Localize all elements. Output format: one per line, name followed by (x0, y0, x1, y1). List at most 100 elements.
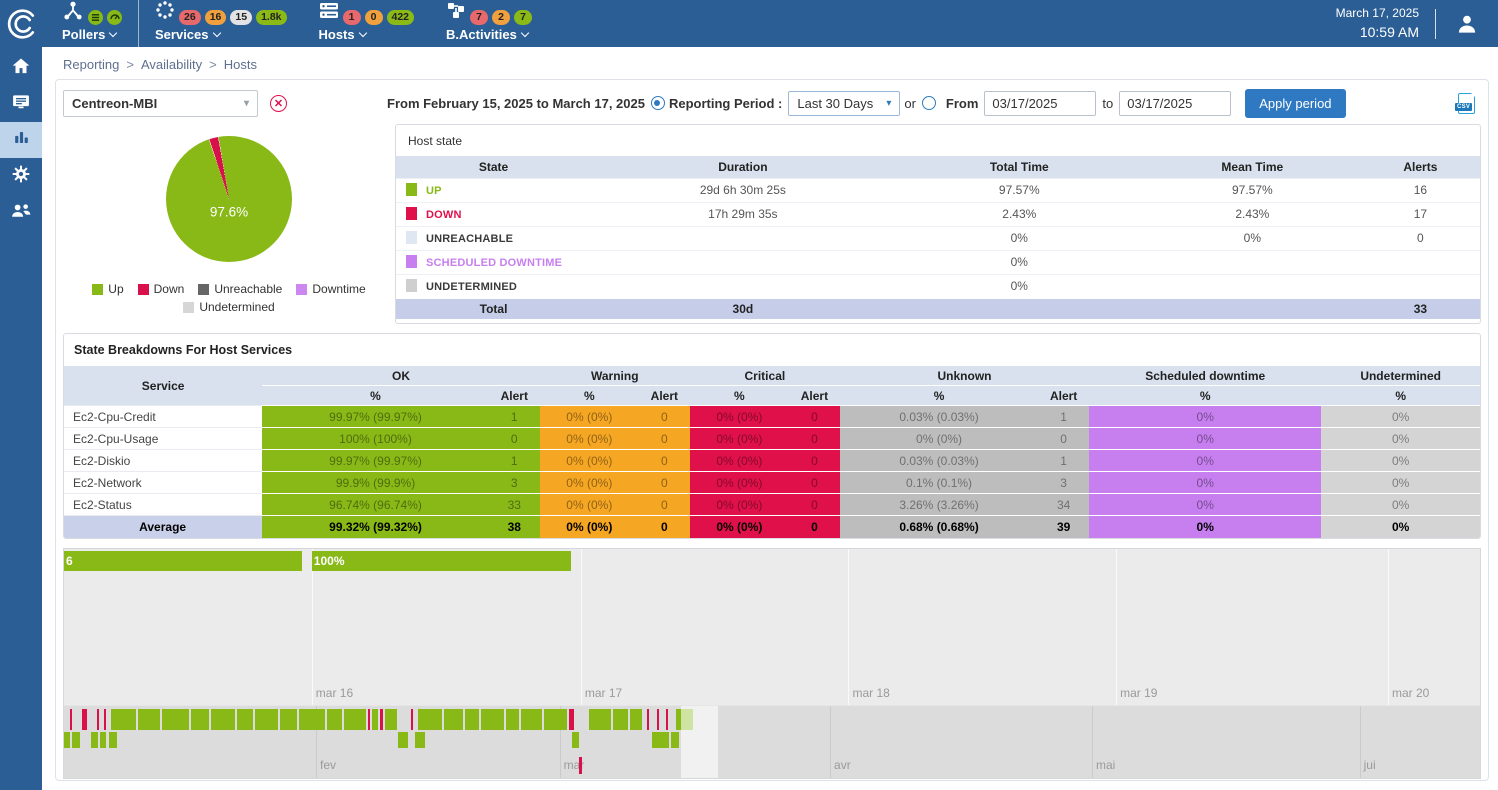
custom-period-radio[interactable] (922, 96, 936, 110)
menu-hosts[interactable]: 10422Hosts (303, 0, 431, 47)
legend-swatch (183, 302, 194, 313)
service-name: Ec2-Network (64, 472, 262, 494)
list-badge-icon[interactable] (88, 10, 103, 25)
breakdown-sub-header: Alert (489, 386, 540, 406)
sidebar-item-reporting[interactable] (0, 122, 42, 158)
ba-icon (446, 1, 466, 25)
state-swatch (406, 279, 417, 292)
availability-pie-section: 97.6% UpDownUnreachableDowntimeUndetermi… (63, 124, 395, 324)
centreon-logo[interactable] (0, 0, 46, 47)
apply-period-button[interactable]: Apply period (1245, 89, 1345, 118)
status-badge[interactable]: 26 (179, 10, 201, 25)
breadcrumb-item-availability[interactable]: Availability (141, 57, 202, 72)
state-name: UP (426, 185, 442, 197)
navigator-gridline (1092, 706, 1093, 778)
navigator-month-label: fev (320, 758, 336, 772)
status-badge[interactable]: 0 (365, 10, 383, 25)
state-swatch (406, 183, 417, 196)
from-date-input[interactable] (984, 91, 1096, 116)
unknown-cell: 0% (0%) (840, 428, 1038, 450)
navigator-segment (211, 709, 235, 730)
gauge-badge-icon[interactable] (107, 10, 122, 25)
navigator-segment (82, 709, 87, 730)
timeline-gridline (1388, 549, 1389, 705)
breadcrumb-item-reporting[interactable]: Reporting (63, 57, 119, 72)
navigator-viewport-handle[interactable] (681, 706, 718, 778)
host-state-col-header: State (396, 156, 591, 178)
navigator-segment (138, 709, 159, 730)
breakdown-sub-header: Alert (639, 386, 690, 406)
breadcrumb-item-hosts[interactable]: Hosts (224, 57, 257, 72)
navigator-segment (398, 732, 408, 748)
service-name: Ec2-Status (64, 494, 262, 516)
navigator-segment (162, 709, 189, 730)
navigator-segment (255, 709, 278, 730)
legend-label: Undetermined (199, 300, 274, 314)
ok_alert-cell: 3 (489, 472, 540, 494)
legend-item-down: Down (138, 282, 185, 296)
status-badge[interactable]: 422 (387, 10, 415, 25)
state-breakdowns-title: State Breakdowns For Host Services (64, 334, 1480, 365)
duration-value: 29d 6h 30m 25s (591, 178, 895, 202)
menu-services[interactable]: 2616151.8kServices (138, 0, 303, 47)
sidebar-item-home[interactable] (0, 50, 42, 86)
menu-bactivities[interactable]: 727B.Activities (430, 0, 548, 47)
total-alerts: 33 (1361, 298, 1480, 319)
navigator-segment (372, 709, 378, 730)
total_time-value: 2.43% (895, 202, 1144, 226)
status-badge[interactable]: 16 (205, 10, 227, 25)
service-name: Ec2-Cpu-Usage (64, 428, 262, 450)
breadcrumb-separator: > (126, 57, 134, 72)
breakdown-sub-header: Alert (789, 386, 840, 406)
status-badge[interactable]: 7 (470, 10, 488, 25)
breakdown-group-header: Warning (540, 366, 690, 386)
status-badge[interactable]: 15 (230, 10, 252, 25)
state-swatch (406, 207, 417, 220)
breakdown-group-header: Scheduled downtime (1089, 366, 1321, 386)
timeline-date-label: mar 16 (316, 686, 353, 700)
table-row: SCHEDULED DOWNTIME0% (396, 250, 1480, 274)
menu-pollers[interactable]: Pollers (46, 0, 138, 47)
pie-legend: UpDownUnreachableDowntimeUndetermined (92, 278, 365, 314)
status-badge[interactable]: 7 (514, 10, 532, 25)
critical_alert-cell: 0 (789, 450, 840, 472)
table-row: Ec2-Diskio99.97% (99.97%)10% (0%)00% (0%… (64, 450, 1480, 472)
breakdown-sub-header: % (540, 386, 639, 406)
reporting-period-radio[interactable] (651, 96, 665, 110)
state-cell: UNDETERMINED (396, 274, 591, 298)
navigator-gridline (1360, 706, 1361, 778)
warning-cell: 0% (0%) (540, 516, 639, 538)
status-badge[interactable]: 1.8k (256, 10, 286, 25)
sidebar-item-configuration[interactable] (0, 158, 42, 194)
state-cell: UP (396, 178, 591, 202)
to-date-input[interactable] (1119, 91, 1231, 116)
top-bar: Pollers2616151.8kServices10422Hosts727B.… (0, 0, 1498, 47)
alerts-value (1361, 250, 1480, 274)
state-cell: UNREACHABLE (396, 226, 591, 250)
host-select[interactable]: Centreon-MBI ▾ (63, 90, 258, 117)
scheduled_downtime-cell: 0% (1089, 406, 1321, 428)
navigator-segment (415, 732, 425, 748)
chevron-down-icon (358, 28, 366, 36)
user-menu-button[interactable] (1436, 11, 1498, 37)
sidebar-item-administration[interactable] (0, 194, 42, 230)
clear-host-filter-button[interactable]: ✕ (270, 95, 287, 112)
sidebar-item-monitoring[interactable] (0, 86, 42, 122)
unknown_alert-cell: 1 (1038, 450, 1089, 472)
table-row: Ec2-Cpu-Credit99.97% (99.97%)10% (0%)00%… (64, 406, 1480, 428)
scheduled_downtime-cell: 0% (1089, 450, 1321, 472)
warning_alert-cell: 0 (639, 516, 690, 538)
status-badge[interactable]: 1 (343, 10, 361, 25)
from-label: From (946, 96, 979, 111)
average-row: Average99.32% (99.32%)380% (0%)00% (0%)0… (64, 516, 1480, 538)
csv-export-icon[interactable]: CSV (1458, 93, 1475, 114)
critical-cell: 0% (0%) (690, 406, 789, 428)
navigator-current-marker (579, 757, 582, 774)
monitoring-icon (11, 92, 31, 117)
duration-value (591, 274, 895, 298)
unknown-cell: 0.1% (0.1%) (840, 472, 1038, 494)
status-badge[interactable]: 2 (492, 10, 510, 25)
period-select[interactable]: Last 30 Days ▾ (788, 91, 900, 116)
navigator-segment (380, 709, 382, 730)
reporting-icon (12, 128, 31, 152)
